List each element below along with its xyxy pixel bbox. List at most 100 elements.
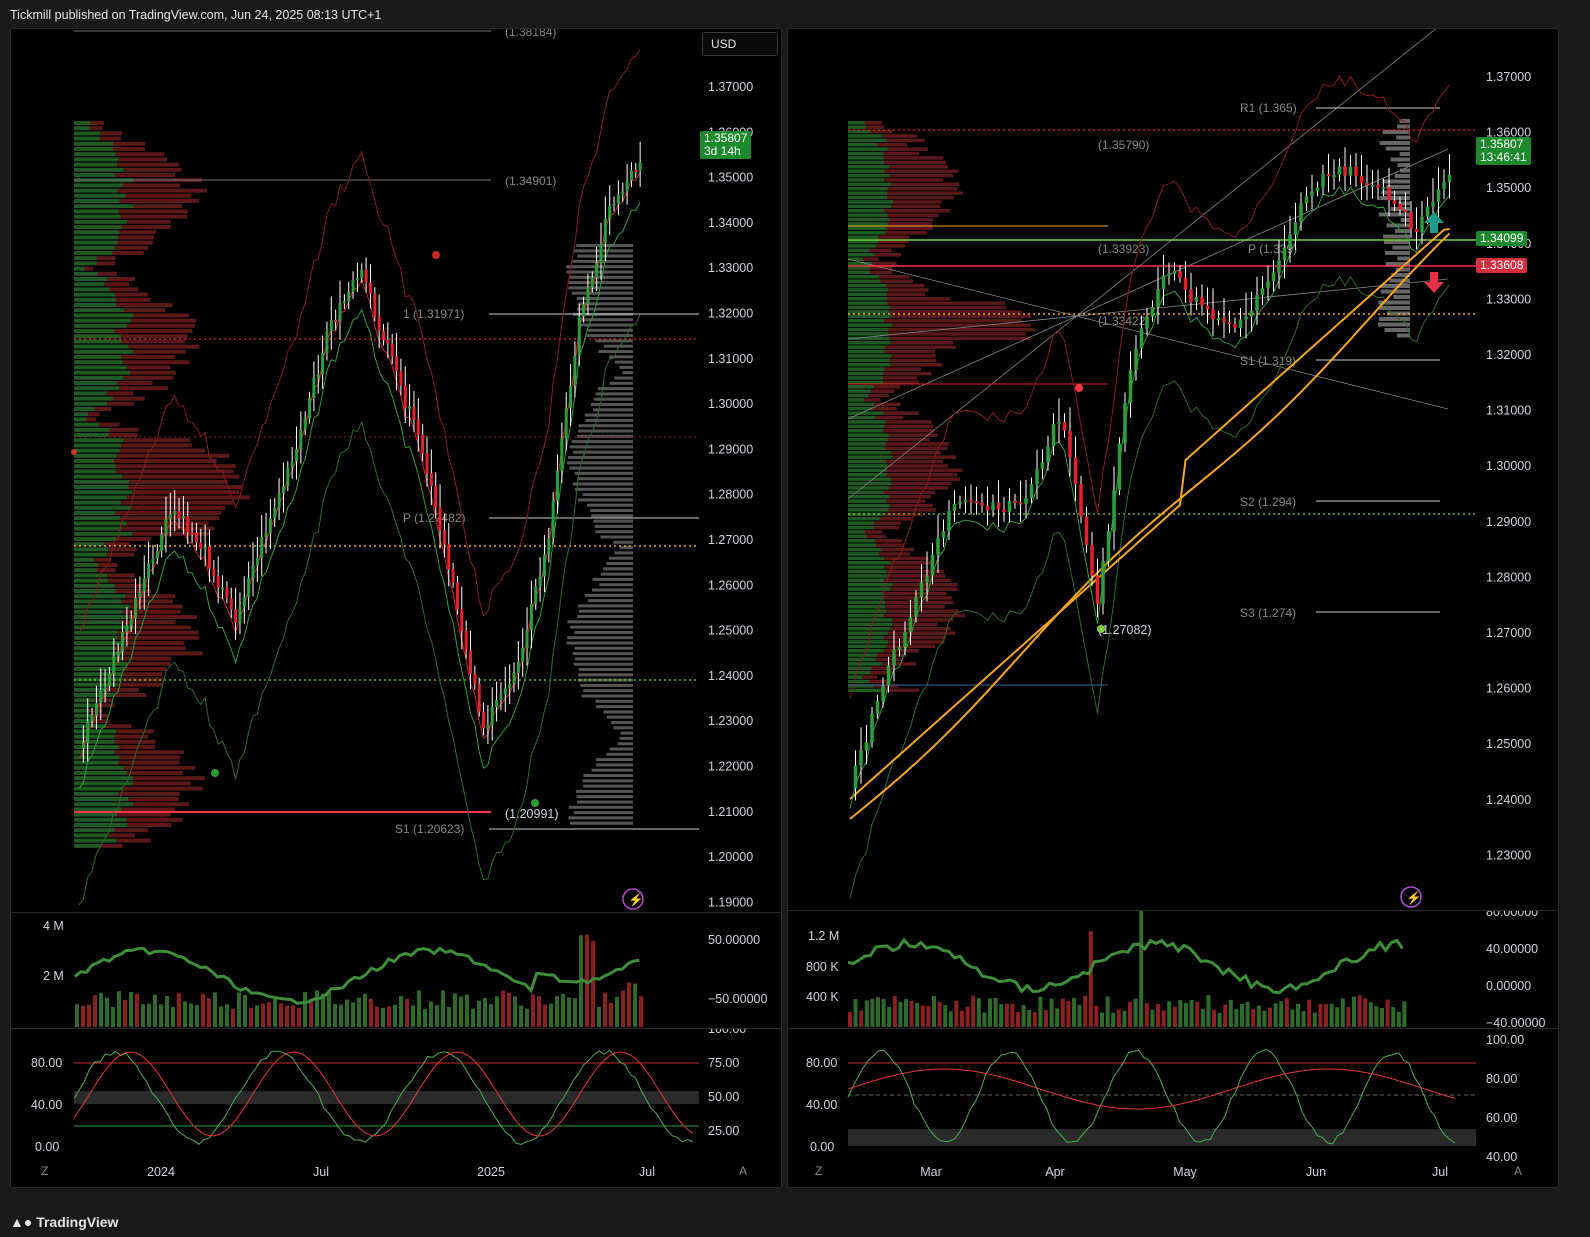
right-vol-bar (1256, 1005, 1261, 1027)
right-candle (1084, 516, 1089, 546)
left-candle (503, 688, 507, 695)
left-vol-bar (483, 998, 487, 1027)
right-vol-bar (1385, 999, 1390, 1027)
right-vp-bar (848, 561, 891, 565)
right-vp-bar (887, 187, 958, 191)
left-price-pane[interactable]: 1.370001.360001.350001.340001.330001.320… (10, 28, 782, 914)
right-vp-bar (864, 398, 881, 402)
right-candle (1013, 500, 1017, 503)
left-vp-bar (74, 204, 134, 209)
left-osc-line (74, 946, 640, 1005)
left-volume-pane[interactable]: 4 M 2 M 50.00000 −50.00000 (10, 912, 782, 1030)
left-price-tick: 1.22000 (708, 760, 753, 774)
left-vp-grey (571, 440, 633, 444)
right-candle (903, 631, 907, 647)
right-candle (925, 575, 929, 583)
left-vp-bar (96, 568, 116, 573)
left-price-tick: 1.21000 (708, 805, 753, 819)
left-vp-bar (117, 188, 207, 193)
left-vp-bar (121, 620, 176, 625)
right-vp-bar (884, 160, 946, 165)
right-vp-grey (1397, 333, 1410, 338)
left-vp-bar (74, 209, 119, 214)
right-vp-bar (886, 499, 926, 503)
left-vp-bar (109, 287, 139, 292)
left-vp-bar (74, 355, 122, 359)
right-candle (870, 713, 874, 743)
left-stoch-pane[interactable]: 80.00 40.00 0.00 100.00 75.00 50.00 25.00 2024 J… (10, 1028, 782, 1188)
right-corner-a[interactable]: A (1514, 1164, 1522, 1178)
left-price-chart[interactable]: 1.370001.360001.350001.340001.330001.320… (11, 29, 781, 913)
left-vp-bar (74, 131, 101, 136)
right-corner-z[interactable]: Z (815, 1164, 822, 1178)
right-price-chart[interactable]: 1.370001.360001.350001.340001.330001.320… (788, 29, 1558, 911)
left-vol-bar (525, 1008, 529, 1027)
right-candle (1414, 228, 1419, 233)
left-volume-chart[interactable]: 4 M 2 M 50.00000 −50.00000 (11, 913, 781, 1029)
right-vol-bar (1083, 995, 1088, 1027)
right-vp-bar (848, 319, 885, 323)
left-price-tick: 1.28000 (708, 488, 753, 502)
left-candle (395, 356, 399, 372)
left-vp-bar (133, 204, 183, 209)
right-vol-bar (920, 1005, 925, 1027)
left-vp-bar (124, 651, 203, 656)
left-vol-bar (459, 996, 463, 1027)
left-vp-bar (117, 381, 153, 385)
right-vp-bar (877, 143, 908, 147)
right-volume-chart[interactable]: 1.2 M800 K400 K80.0000040.000000.00000−4… (788, 911, 1558, 1029)
left-vp-grey (571, 291, 633, 295)
tradingview-logo[interactable]: ▲● TradingView (10, 1214, 118, 1230)
left-vp-bar (74, 479, 130, 484)
right-stoch-pane[interactable]: 80.00 40.00 0.00 100.00 80.00 60.00 40.00 Mar Ap… (787, 1028, 1559, 1188)
right-vp-bar (884, 565, 924, 569)
left-vp-grey (566, 265, 633, 269)
currency-button[interactable]: USD (702, 32, 778, 56)
right-price-pane[interactable]: 1.370001.360001.350001.340001.330001.320… (787, 28, 1559, 912)
publisher-text: Tickmill published on TradingView.com, J… (10, 8, 382, 22)
left-vp-grey (578, 604, 633, 608)
left-vp-grey (611, 721, 633, 724)
right-vp-bar (848, 517, 880, 521)
right-volume-pane[interactable]: 1.2 M 800 K 400 K 80.00000 40.00000 0.00000 −4… (787, 910, 1559, 1030)
right-candle (1326, 174, 1331, 177)
right-candle (1134, 348, 1138, 371)
left-corner-a[interactable]: A (739, 1164, 747, 1178)
left-vol-bar (573, 998, 577, 1027)
right-candle (1040, 462, 1045, 469)
left-price-tick: 1.27000 (708, 533, 753, 547)
right-candle (1172, 270, 1177, 274)
right-label-l1: (1.35790) (1098, 138, 1149, 152)
right-candle (1409, 212, 1413, 229)
left-vol-bar (147, 1003, 151, 1027)
left-vp-bar (74, 422, 100, 427)
right-candle (1090, 545, 1094, 576)
right-vp-bar (848, 134, 883, 138)
left-candle (399, 371, 403, 386)
right-vp-bar (848, 451, 892, 455)
left-label-p: P (1.27482) (403, 511, 466, 525)
left-vp-bar (74, 287, 110, 292)
left-vp-bar (74, 739, 115, 744)
left-vp-bar (116, 537, 151, 541)
left-vp-bar (99, 422, 120, 427)
right-candle (1029, 484, 1034, 498)
left-candle (286, 467, 290, 487)
right-candle (1442, 182, 1446, 189)
left-corner-z[interactable]: Z (41, 1164, 48, 1178)
right-stoch-chart[interactable]: 80.00 40.00 0.00 100.00 80.00 60.00 40.00 Mar Ap… (788, 1029, 1558, 1187)
left-vp-bar (124, 308, 166, 313)
left-candle (582, 304, 586, 317)
right-vp-grey (1390, 157, 1410, 162)
left-candle (251, 565, 255, 579)
left-vol-bar (291, 1005, 295, 1027)
left-vp-bar (74, 838, 117, 843)
right-candle (1167, 273, 1171, 276)
right-vp-bar (887, 213, 939, 217)
right-vp-bar (848, 679, 870, 684)
left-candle (412, 406, 416, 420)
left-vol-bar (537, 996, 541, 1027)
left-stoch-chart[interactable]: 80.00 40.00 0.00 100.00 75.00 50.00 25.00 2024 J… (11, 1029, 781, 1187)
left-vp-bar (74, 547, 109, 552)
right-vol-tick: 1.2 M (808, 929, 839, 943)
